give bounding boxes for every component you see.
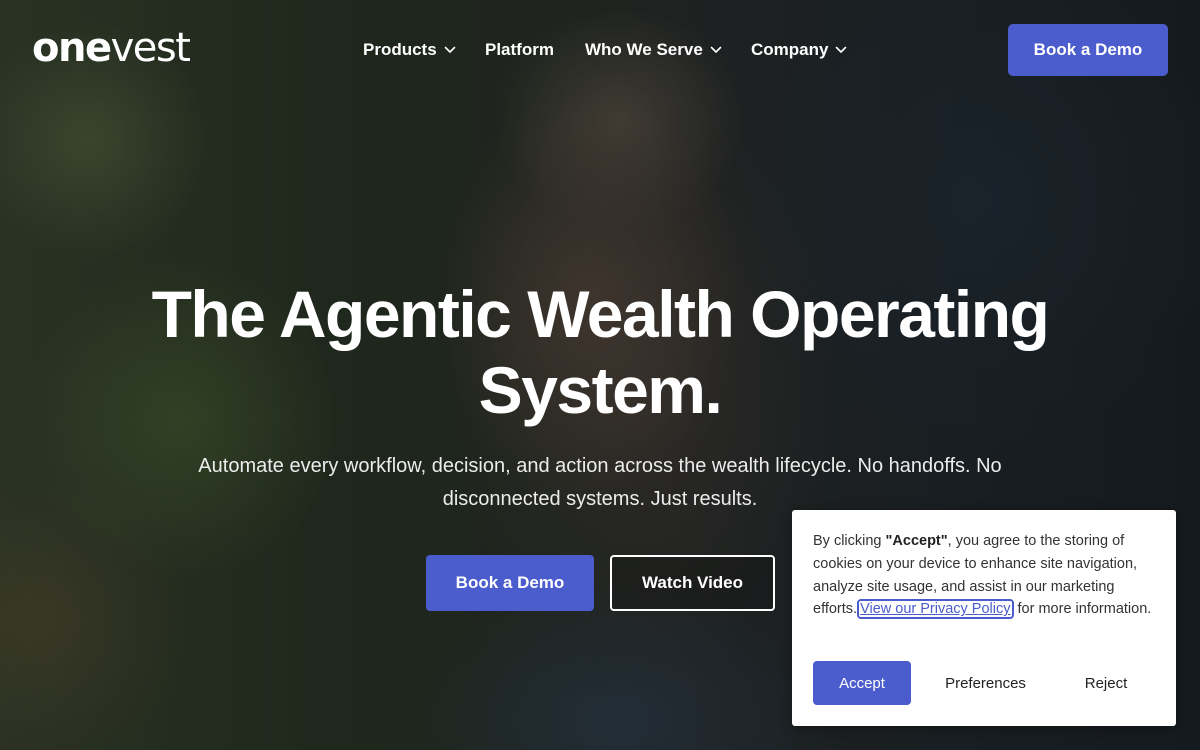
accept-cookies-button[interactable]: Accept xyxy=(813,661,911,705)
hero-headline: The Agentic Wealth Operating System. xyxy=(151,277,1050,427)
chevron-down-icon xyxy=(444,46,455,53)
nav-item-label: Products xyxy=(363,40,437,59)
cookie-preferences-button[interactable]: Preferences xyxy=(927,661,1044,705)
chevron-down-icon xyxy=(710,46,722,53)
nav-item-label: Company xyxy=(751,40,829,59)
chevron-down-icon xyxy=(836,46,847,53)
top-navigation: onevest Products Platform Who We Serve C… xyxy=(0,0,1200,100)
nav-item-platform[interactable]: Platform xyxy=(485,38,554,62)
watch-video-button[interactable]: Watch Video xyxy=(610,555,775,611)
hero-subheadline: Automate every workflow, decision, and a… xyxy=(198,455,1002,510)
nav-item-label: Who We Serve xyxy=(585,40,703,59)
onevest-logo[interactable]: onevest xyxy=(32,25,191,71)
cookie-accept-quote: "Accept" xyxy=(885,533,948,549)
logo-text-light: vest xyxy=(110,25,191,71)
cookie-text-start: By clicking xyxy=(813,533,886,549)
nav-item-who-we-serve[interactable]: Who We Serve xyxy=(585,38,722,62)
nav-item-company[interactable]: Company xyxy=(751,38,847,62)
privacy-policy-link[interactable]: View our Privacy Policy xyxy=(857,599,1014,620)
cookie-consent-text: By clicking "Accept", you agree to the s… xyxy=(813,530,1158,621)
cookie-consent-banner: By clicking "Accept", you agree to the s… xyxy=(792,510,1176,726)
reject-cookies-button[interactable]: Reject xyxy=(1060,661,1152,705)
logo-text-bold: one xyxy=(32,25,112,71)
nav-item-label: Platform xyxy=(485,40,554,59)
hero-book-demo-button[interactable]: Book a Demo xyxy=(426,555,594,611)
cookie-text-end: for more information. xyxy=(1013,601,1152,618)
book-demo-button[interactable]: Book a Demo xyxy=(1008,24,1168,76)
nav-item-products[interactable]: Products xyxy=(363,38,456,62)
